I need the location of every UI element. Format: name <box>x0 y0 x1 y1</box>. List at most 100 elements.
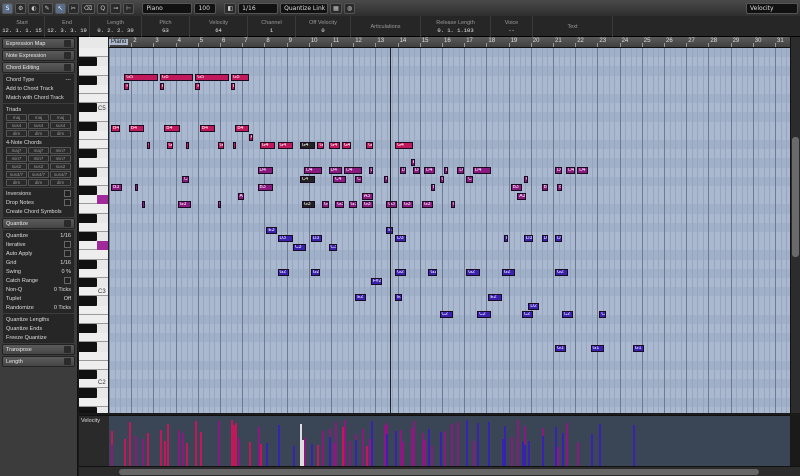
midi-note[interactable]: F5 <box>124 82 129 90</box>
black-key[interactable] <box>79 57 97 67</box>
velocity-bars[interactable] <box>109 416 790 467</box>
color-icon[interactable]: ▦ <box>330 2 342 14</box>
velocity-bar[interactable] <box>317 445 320 467</box>
midi-note[interactable]: B3 <box>430 184 436 192</box>
chord-button-dim[interactable]: dim <box>6 179 27 186</box>
velocity-bar[interactable] <box>355 440 358 467</box>
pitch-lane[interactable] <box>109 250 790 260</box>
black-key[interactable] <box>79 103 97 113</box>
chord-button-sus4[interactable]: sus4 <box>6 122 27 129</box>
midi-note[interactable]: G2 <box>277 269 289 277</box>
pitch-lane[interactable] <box>109 186 790 195</box>
info-field-text[interactable]: Text <box>533 16 613 37</box>
info-field-value[interactable]: 12. 3. 3. 19 <box>47 27 87 35</box>
info-field-pitch[interactable]: Pitch G3 <box>142 16 190 37</box>
drop-notes-control[interactable]: Drop Notes <box>6 198 71 207</box>
midi-note[interactable]: C4 <box>182 175 189 183</box>
black-key[interactable] <box>79 149 97 159</box>
velocity-bar[interactable] <box>488 422 491 467</box>
midi-note[interactable]: D4 <box>424 167 436 175</box>
draw-tool-icon[interactable]: ✎ <box>41 2 53 14</box>
velocity-bar[interactable] <box>124 439 127 467</box>
chord-button-sus2[interactable]: sus2 <box>28 163 49 170</box>
velocity-bar[interactable] <box>370 421 373 467</box>
midi-note[interactable]: D4 <box>257 167 274 175</box>
chord-button-maj[interactable]: maj <box>6 114 27 121</box>
midi-note[interactable]: D3 <box>541 235 549 243</box>
midi-note[interactable]: G4 <box>341 142 351 150</box>
midi-note[interactable]: D3 <box>395 235 407 243</box>
pitch-lane[interactable] <box>109 342 790 351</box>
chord-button-sus47[interactable]: sus4/7 <box>6 171 27 178</box>
pitch-lane[interactable] <box>109 158 790 168</box>
velocity-bar[interactable] <box>301 440 304 467</box>
velocity-bar[interactable] <box>310 447 313 467</box>
auto-apply-toggle[interactable]: Auto Apply <box>6 249 71 258</box>
create-chord-symbols-button[interactable]: Create Chord Symbols <box>6 207 71 216</box>
info-field-end[interactable]: End 12. 3. 3. 19 <box>45 16 90 37</box>
catch-range-control[interactable]: Catch Range <box>6 276 71 285</box>
pitch-lane[interactable] <box>109 112 790 122</box>
swing-control[interactable]: Swing 0 % <box>6 267 71 276</box>
midi-note[interactable]: G2 <box>501 269 516 277</box>
midi-note[interactable]: D4 <box>344 167 362 175</box>
pitch-lane[interactable] <box>109 333 790 343</box>
midi-note[interactable]: D3 <box>503 235 509 243</box>
midi-note[interactable]: G5 <box>124 74 158 82</box>
horizontal-scrollbar[interactable] <box>79 466 800 476</box>
velocity-bar[interactable] <box>577 442 580 467</box>
chord-button-dim[interactable]: dim <box>6 130 27 137</box>
midi-note[interactable]: C2 <box>599 311 607 319</box>
info-field-value[interactable]: 0. 2. 2. 30 <box>97 27 133 35</box>
info-field-off-velocity[interactable]: Off Velocity 0 <box>296 16 351 37</box>
black-key[interactable] <box>79 406 97 413</box>
velocity-bar[interactable] <box>503 426 506 467</box>
pitch-lane[interactable] <box>109 379 790 389</box>
chord-button-dim[interactable]: dim <box>28 179 49 186</box>
midi-note[interactable]: F5 <box>195 82 200 90</box>
velocity-bar[interactable] <box>199 432 202 467</box>
info-field-value[interactable]: 1 <box>270 27 273 35</box>
midi-note[interactable]: D3 <box>555 235 562 243</box>
pitch-lane[interactable] <box>109 324 790 333</box>
white-key[interactable] <box>79 397 108 407</box>
quantize-link-selector[interactable]: Quantize Link <box>280 2 329 14</box>
erase-tool-icon[interactable]: ⌫ <box>80 2 96 14</box>
info-field-release-length[interactable]: Release Length 0. 1. 1.103 <box>421 16 491 37</box>
randomize-control[interactable]: Randomize 0 Ticks <box>6 303 71 312</box>
quantize-ends-button[interactable]: Quantize Ends <box>6 324 71 333</box>
piano-keyboard[interactable]: C5C4C3C2 <box>79 37 109 413</box>
midi-note[interactable]: D4 <box>566 167 575 175</box>
pitch-lane[interactable] <box>109 287 790 297</box>
midi-note[interactable]: G4 <box>166 142 174 150</box>
velocity-bar[interactable] <box>335 422 338 467</box>
midi-note[interactable]: E2 <box>488 294 502 302</box>
midi-note[interactable]: E2 <box>355 294 367 302</box>
velocity-lane[interactable]: Velocity <box>79 415 790 467</box>
horizontal-scroll-thumb[interactable] <box>119 469 759 475</box>
white-key[interactable] <box>79 250 108 260</box>
pitch-lane[interactable] <box>109 407 790 413</box>
white-key[interactable] <box>79 305 108 315</box>
pitch-lane[interactable] <box>109 204 790 214</box>
pitch-lane[interactable] <box>109 57 790 66</box>
white-key[interactable] <box>79 360 108 370</box>
midi-note[interactable]: G4 <box>366 142 373 150</box>
midi-note[interactable]: C4 <box>466 175 473 183</box>
black-key[interactable] <box>79 370 97 380</box>
info-field-voice[interactable]: Voice -- <box>491 16 533 37</box>
info-field-value[interactable]: 12. 1. 1. 15 <box>2 27 42 35</box>
white-key[interactable] <box>79 176 108 186</box>
pitch-lane[interactable] <box>109 260 790 269</box>
section-toggle-icon[interactable] <box>64 40 71 47</box>
pitch-lane[interactable] <box>109 94 790 104</box>
black-key[interactable] <box>79 278 97 288</box>
midi-note[interactable]: B4 <box>199 125 216 133</box>
midi-note[interactable]: G4 <box>217 142 225 150</box>
pitch-lane[interactable] <box>109 232 790 241</box>
pitch-lane[interactable] <box>109 103 790 112</box>
white-key[interactable] <box>79 333 108 343</box>
white-key[interactable] <box>79 66 108 76</box>
velocity-bar[interactable] <box>561 433 564 467</box>
velocity-bar[interactable] <box>421 433 424 467</box>
